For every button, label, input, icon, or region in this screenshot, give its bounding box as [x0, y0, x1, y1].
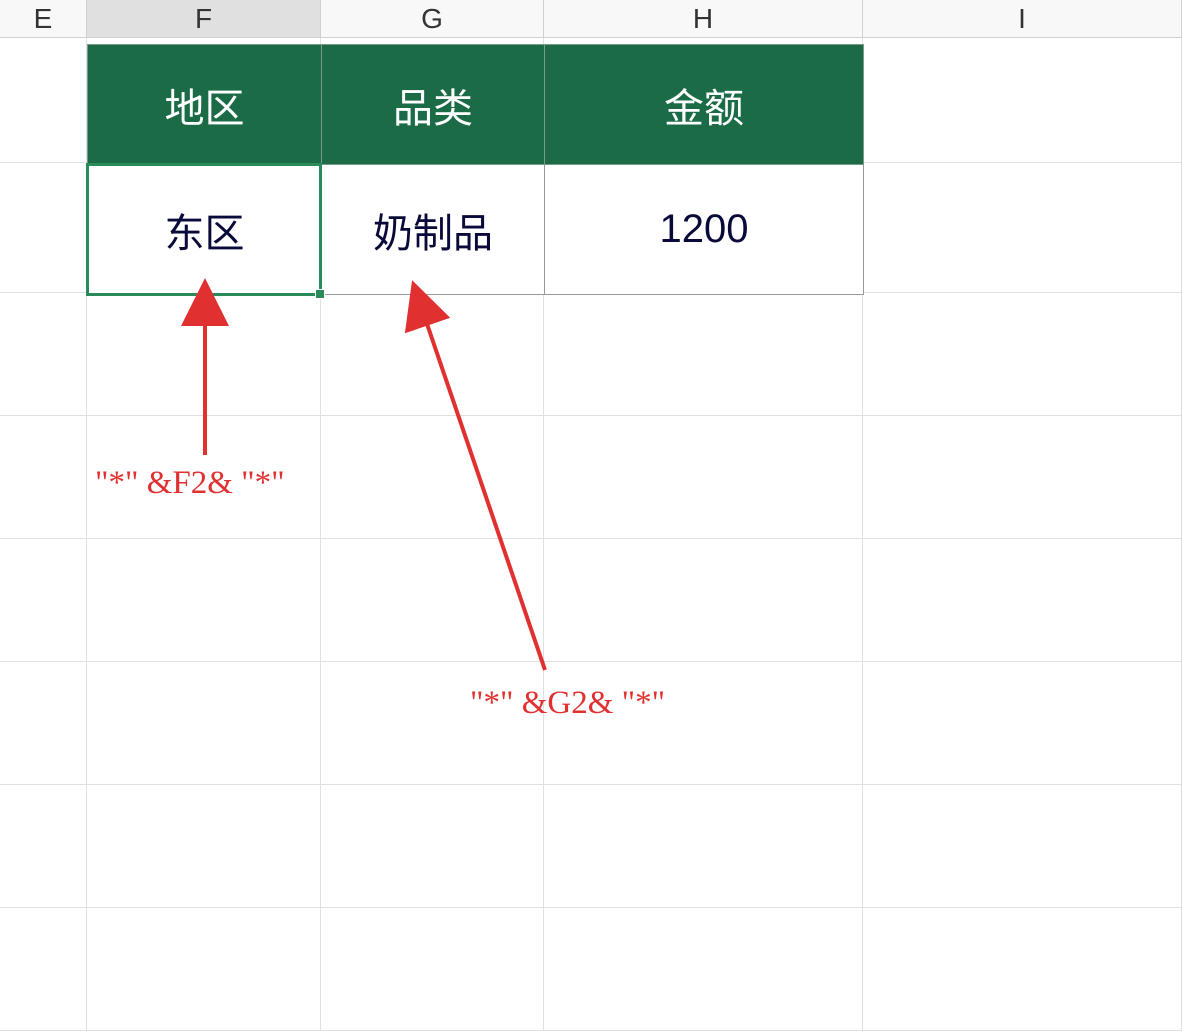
grid-row-6	[0, 662, 1182, 785]
col-header-I[interactable]: I	[863, 0, 1182, 37]
cell-E1[interactable]	[0, 38, 87, 162]
data-table-overlay: 地区 品类 金额 东区 奶制品 1200	[87, 44, 864, 295]
cell-H5[interactable]	[544, 539, 863, 661]
data-table: 地区 品类 金额 东区 奶制品 1200	[87, 44, 864, 295]
header-amount[interactable]: 金额	[545, 45, 864, 165]
cell-G6[interactable]	[321, 662, 544, 784]
data-amount[interactable]: 1200	[545, 165, 864, 295]
cell-F8[interactable]	[87, 908, 321, 1030]
data-category[interactable]: 奶制品	[322, 165, 545, 295]
col-header-F[interactable]: F	[87, 0, 321, 37]
grid-row-7	[0, 785, 1182, 908]
cell-E8[interactable]	[0, 908, 87, 1030]
cell-I3[interactable]	[863, 293, 1182, 415]
cell-E6[interactable]	[0, 662, 87, 784]
cell-E3[interactable]	[0, 293, 87, 415]
cell-G5[interactable]	[321, 539, 544, 661]
cell-I5[interactable]	[863, 539, 1182, 661]
annotation-formula-G2: "*" &G2& "*"	[470, 685, 665, 722]
data-region[interactable]: 东区	[88, 165, 322, 295]
col-header-G[interactable]: G	[321, 0, 544, 37]
grid-row-8	[0, 908, 1182, 1031]
cell-F5[interactable]	[87, 539, 321, 661]
cell-G8[interactable]	[321, 908, 544, 1030]
grid-row-3	[0, 293, 1182, 416]
cell-I6[interactable]	[863, 662, 1182, 784]
col-header-H[interactable]: H	[544, 0, 863, 37]
header-region[interactable]: 地区	[88, 45, 322, 165]
cell-H4[interactable]	[544, 416, 863, 538]
cell-G3[interactable]	[321, 293, 544, 415]
cell-E2[interactable]	[0, 163, 87, 292]
header-category[interactable]: 品类	[322, 45, 545, 165]
table-header-row: 地区 品类 金额	[88, 45, 864, 165]
cell-I7[interactable]	[863, 785, 1182, 907]
cell-F3[interactable]	[87, 293, 321, 415]
cell-E7[interactable]	[0, 785, 87, 907]
cell-H7[interactable]	[544, 785, 863, 907]
cell-H6[interactable]	[544, 662, 863, 784]
cell-I4[interactable]	[863, 416, 1182, 538]
cell-G7[interactable]	[321, 785, 544, 907]
column-headers-row: E F G H I	[0, 0, 1182, 38]
cell-I2[interactable]	[863, 163, 1182, 292]
cell-E4[interactable]	[0, 416, 87, 538]
grid-row-5	[0, 539, 1182, 662]
cell-H3[interactable]	[544, 293, 863, 415]
cell-G4[interactable]	[321, 416, 544, 538]
cell-I8[interactable]	[863, 908, 1182, 1030]
col-header-E[interactable]: E	[0, 0, 87, 37]
annotation-formula-F2: "*" &F2& "*"	[95, 465, 285, 502]
cell-F7[interactable]	[87, 785, 321, 907]
cell-I1[interactable]	[863, 38, 1182, 162]
cell-F6[interactable]	[87, 662, 321, 784]
cell-E5[interactable]	[0, 539, 87, 661]
table-data-row: 东区 奶制品 1200	[88, 165, 864, 295]
cell-H8[interactable]	[544, 908, 863, 1030]
